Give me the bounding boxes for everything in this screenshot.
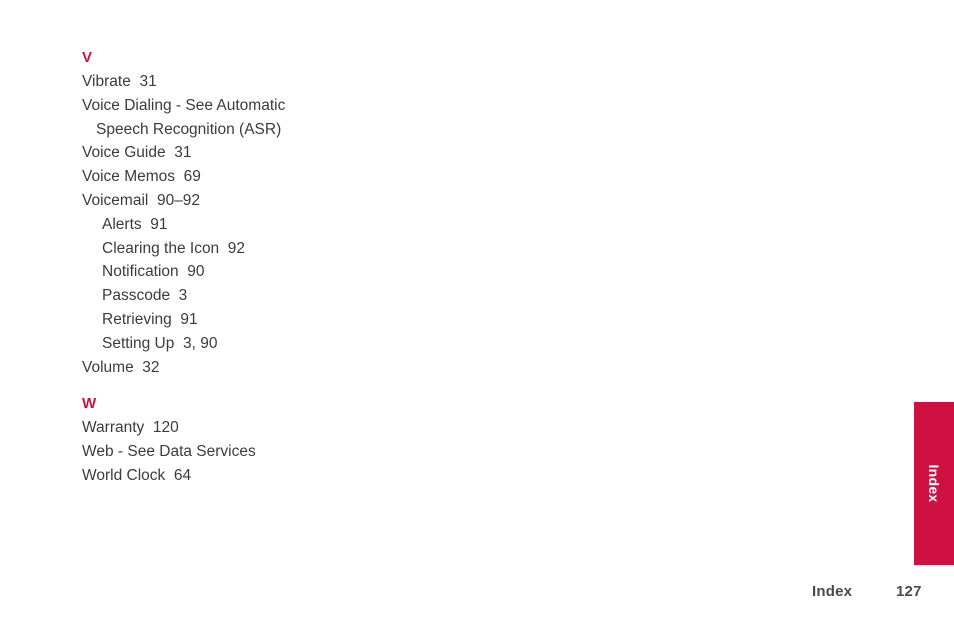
index-entry: Voice Dialing - See Automatic bbox=[82, 96, 286, 114]
index-entry: Voice Memos 69 bbox=[82, 168, 201, 186]
index-entry: Clearing the Icon 92 bbox=[102, 239, 246, 257]
index-entry: Warranty 120 bbox=[82, 419, 179, 437]
index-entry: Passcode 3 bbox=[102, 287, 188, 305]
section-letter: W bbox=[82, 395, 97, 413]
page-footer: Index 127 bbox=[0, 583, 954, 607]
index-entry: Volume 32 bbox=[82, 358, 160, 376]
index-entry: Alerts 91 bbox=[102, 215, 168, 233]
section-letter: V bbox=[82, 49, 93, 66]
side-tab-label: Index bbox=[926, 464, 942, 503]
index-entry: Voice Guide 31 bbox=[82, 144, 192, 162]
index-page: V Vibrate 31 Voice Dialing - See Automatic… bbox=[0, 0, 954, 636]
side-tab-index: Index bbox=[914, 402, 954, 565]
index-entry-list: Warranty 120 Web - See Data Services World… bbox=[82, 416, 512, 487]
index-section: W Warranty 120 Web - See Data Services Worl… bbox=[82, 392, 512, 487]
index-entry: Setting Up 3, 90 bbox=[102, 334, 218, 352]
index-entry: Vibrate 31 bbox=[82, 73, 157, 90]
footer-page-number: 127 bbox=[896, 583, 922, 600]
index-section: V Vibrate 31 Voice Dialing - See Automatic… bbox=[82, 46, 512, 379]
index-entry-list: Vibrate 31 Voice Dialing - See Automatic S… bbox=[82, 70, 512, 379]
index-entry: Retrieving 91 bbox=[102, 310, 198, 328]
index-entry: World Clock 64 bbox=[82, 466, 192, 484]
index-column: V Vibrate 31 Voice Dialing - See Automatic… bbox=[82, 46, 512, 488]
footer-section-label: Index bbox=[812, 583, 853, 600]
index-entry: Voicemail 90–92 bbox=[82, 191, 201, 209]
index-entry: Web - See Data Services bbox=[82, 443, 256, 461]
index-entry: Notification 90 bbox=[102, 263, 205, 281]
index-entry: Speech Recognition (ASR) bbox=[96, 120, 282, 138]
